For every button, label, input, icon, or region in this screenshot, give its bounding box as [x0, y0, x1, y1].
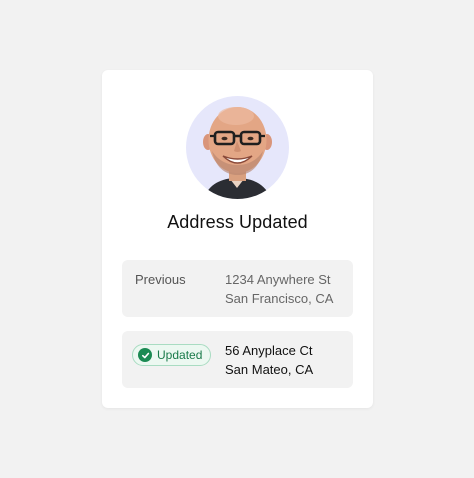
- previous-address-line1: 1234 Anywhere St: [225, 272, 331, 287]
- previous-address: 1234 Anywhere St San Francisco, CA: [225, 270, 333, 308]
- status-badge-label: Updated: [157, 348, 203, 362]
- status-badge: Updated: [132, 344, 212, 366]
- address-updated-card: Address Updated Previous 1234 Anywhere S…: [102, 70, 373, 408]
- updated-address-line1: 56 Anyplace Ct: [225, 343, 313, 358]
- previous-address-line2: San Francisco, CA: [225, 291, 334, 306]
- person-photo: [203, 107, 272, 199]
- page-title: Address Updated: [167, 212, 308, 232]
- updated-address: 56 Anyplace Ct San Mateo, CA: [225, 341, 313, 379]
- check-circle-icon: [138, 348, 152, 362]
- avatar: [186, 96, 289, 199]
- previous-label: Previous: [135, 272, 186, 287]
- updated-address-panel: Updated 56 Anyplace Ct San Mateo, CA: [122, 331, 353, 388]
- previous-address-panel: Previous 1234 Anywhere St San Francisco,…: [122, 260, 353, 317]
- updated-address-line2: San Mateo, CA: [225, 362, 314, 377]
